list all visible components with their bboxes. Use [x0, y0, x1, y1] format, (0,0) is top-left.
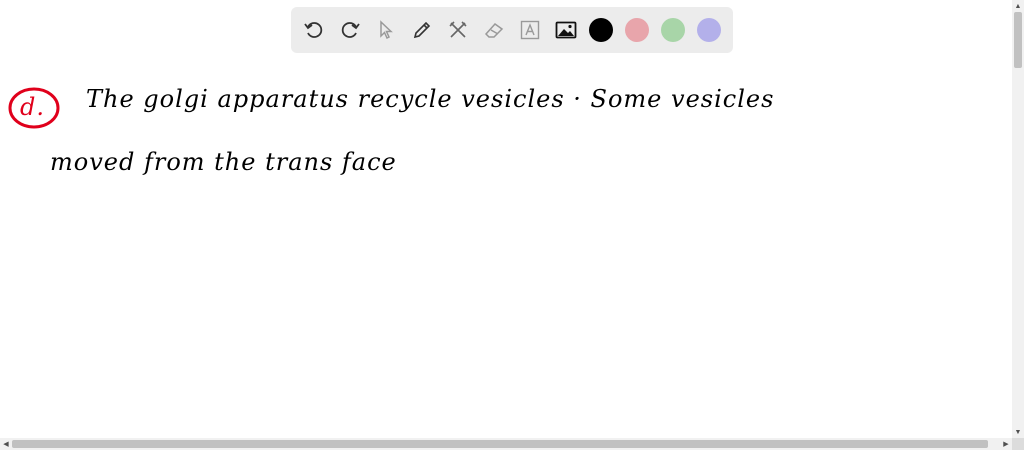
scroll-up-arrow-icon[interactable]: ▲: [1012, 0, 1024, 12]
scrollbar-corner: [1012, 438, 1024, 450]
color-swatch-green[interactable]: [661, 18, 685, 42]
select-icon[interactable]: [373, 17, 399, 43]
handwriting-strokes: [8, 87, 60, 129]
color-swatch-black[interactable]: [589, 18, 613, 42]
vertical-scrollbar[interactable]: ▲ ▼: [1012, 0, 1024, 438]
redo-icon[interactable]: [337, 17, 363, 43]
scroll-down-arrow-icon[interactable]: ▼: [1012, 426, 1024, 438]
tools-icon[interactable]: [445, 17, 471, 43]
label-text: d.: [20, 93, 45, 121]
drawing-toolbar: [291, 7, 733, 53]
handwritten-line-1: The golgi apparatus recycle vesicles · S…: [86, 85, 775, 113]
drawing-canvas[interactable]: d. The golgi apparatus recycle vesicles …: [0, 60, 1012, 438]
undo-icon[interactable]: [301, 17, 327, 43]
color-swatch-purple[interactable]: [697, 18, 721, 42]
horizontal-scrollbar[interactable]: ◀ ▶: [0, 438, 1012, 450]
vertical-scroll-thumb[interactable]: [1014, 12, 1022, 68]
eraser-icon[interactable]: [481, 17, 507, 43]
pen-icon[interactable]: [409, 17, 435, 43]
handwritten-line-2: moved from the trans face: [50, 148, 397, 176]
scroll-right-arrow-icon[interactable]: ▶: [1000, 438, 1012, 450]
color-swatch-pink[interactable]: [625, 18, 649, 42]
scroll-left-arrow-icon[interactable]: ◀: [0, 438, 12, 450]
image-icon[interactable]: [553, 17, 579, 43]
horizontal-scroll-thumb[interactable]: [12, 440, 988, 448]
text-icon[interactable]: [517, 17, 543, 43]
